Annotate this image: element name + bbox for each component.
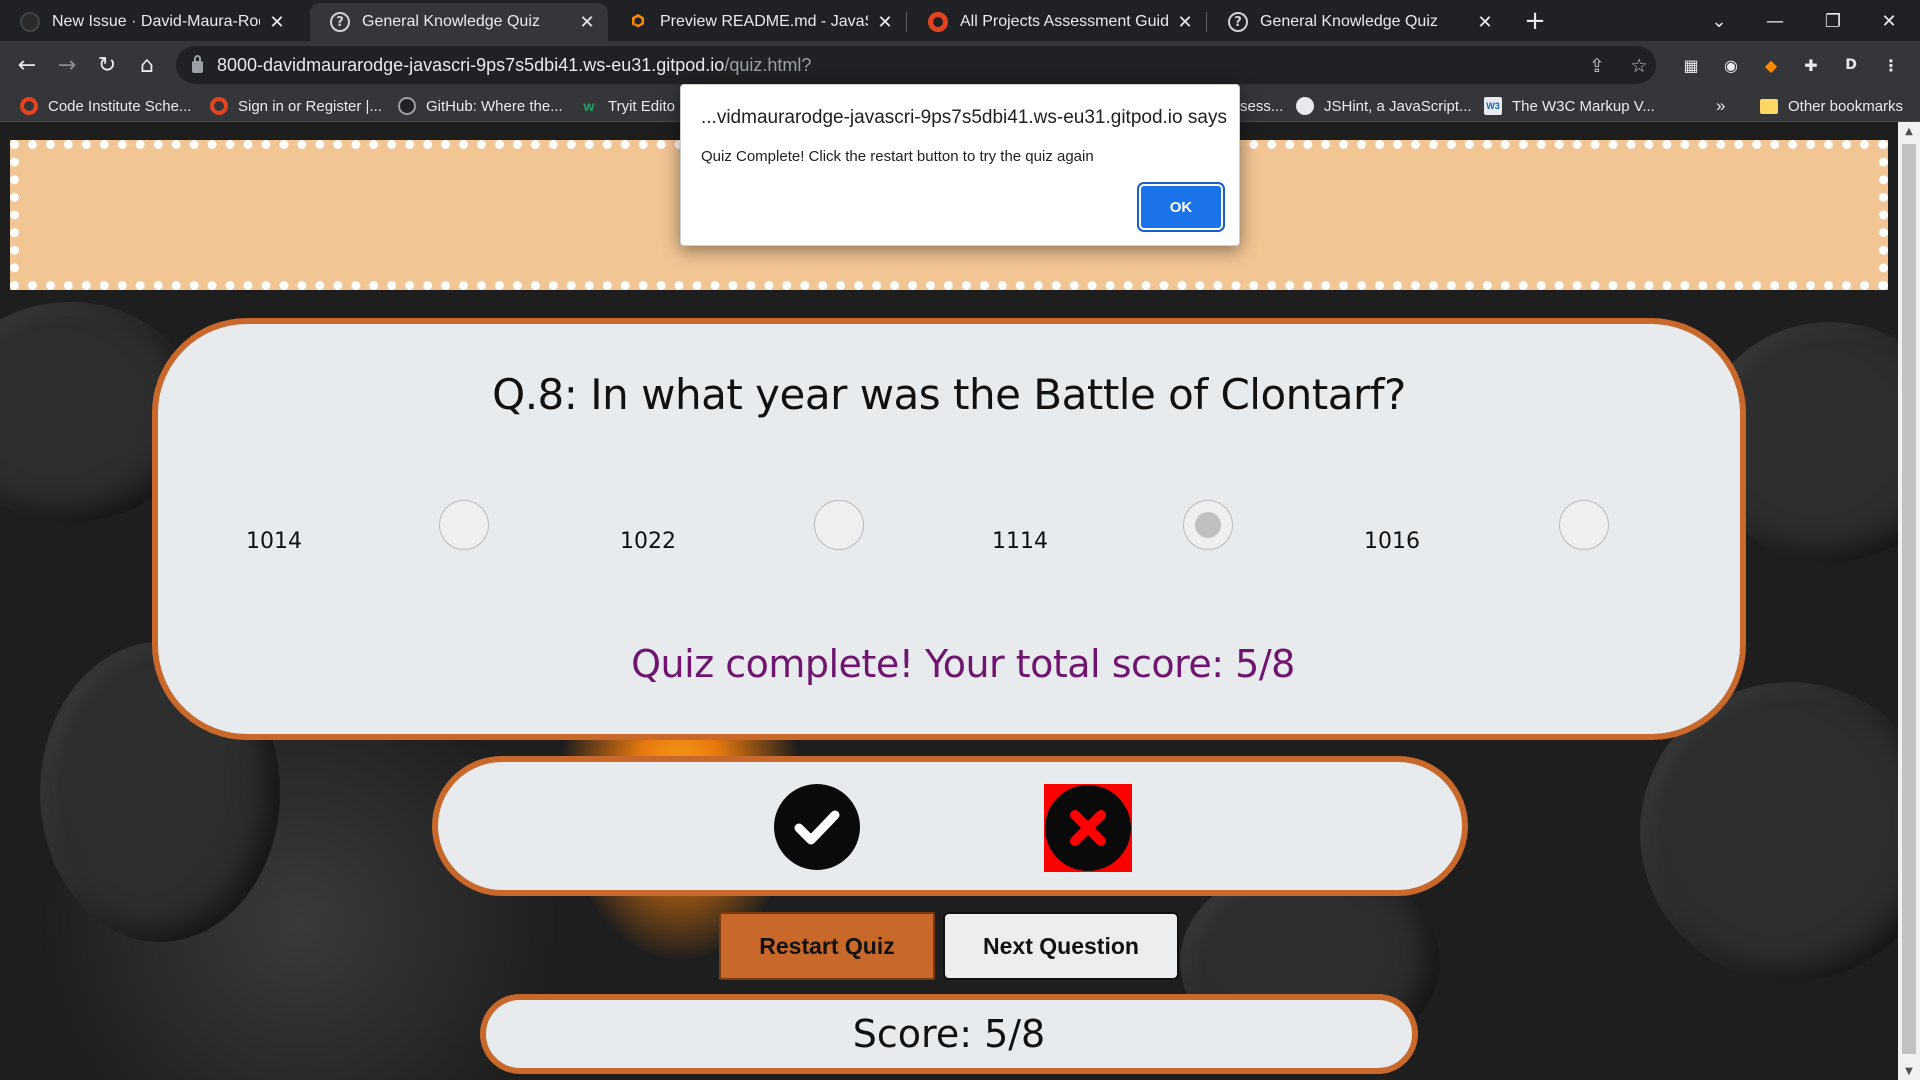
- github-icon: [398, 97, 416, 115]
- code-institute-icon: [928, 12, 948, 32]
- tab-title: New Issue · David-Maura-Rodger: [52, 13, 260, 30]
- menu-kebab-icon[interactable]: ⋮: [1880, 54, 1902, 76]
- page-viewport: Q.8: In what year was the Battle of Clon…: [0, 122, 1898, 1080]
- back-icon[interactable]: ←: [10, 48, 44, 82]
- final-score-message: Quiz complete! Your total score: 5/8: [631, 642, 1295, 686]
- globe-icon: [1296, 97, 1314, 115]
- question-card: Q.8: In what year was the Battle of Clon…: [152, 318, 1746, 740]
- tab-preview-readme[interactable]: Preview README.md - JavaScript ✕: [608, 3, 906, 41]
- answer-radio-3[interactable]: [1183, 500, 1233, 550]
- answer-radio-1[interactable]: [439, 500, 489, 550]
- share-icon[interactable]: ⇪: [1586, 55, 1608, 77]
- bookmark-label: GitHub: Where the...: [426, 97, 563, 115]
- code-institute-icon: [210, 97, 228, 115]
- bookmark-label: Code Institute Sche...: [48, 97, 192, 115]
- bookmarks-overflow-icon[interactable]: »: [1716, 95, 1725, 117]
- score-text: Score: 5/8: [852, 1012, 1046, 1056]
- restart-quiz-button[interactable]: Restart Quiz: [719, 912, 935, 980]
- w3schools-icon: w: [583, 98, 595, 114]
- answer-radio-2[interactable]: [814, 500, 864, 550]
- x-circle-icon: [1045, 785, 1131, 871]
- close-icon[interactable]: ✕: [578, 12, 596, 33]
- answer-feedback-card: [432, 756, 1468, 896]
- bookmark-w3c-markup[interactable]: W3 The W3C Markup V...: [1484, 95, 1655, 117]
- bookmark-code-institute[interactable]: Code Institute Sche...: [20, 95, 191, 117]
- tab-assessment-guide[interactable]: All Projects Assessment Guide | A ✕: [908, 3, 1206, 41]
- tab-general-knowledge-quiz[interactable]: ? General Knowledge Quiz ✕: [1208, 3, 1506, 41]
- w3c-icon: W3: [1484, 97, 1502, 115]
- score-card: Score: 5/8: [480, 994, 1418, 1074]
- tab-new-issue[interactable]: New Issue · David-Maura-Rodger ✕: [0, 3, 298, 41]
- incorrect-indicator: [1044, 784, 1132, 872]
- url-host: 8000-davidmaurarodge-javascri-9ps7s5dbi4…: [217, 54, 725, 75]
- tab-title: All Projects Assessment Guide | A: [960, 13, 1168, 30]
- bookmark-tryit-editor[interactable]: w Tryit Edito: [580, 95, 675, 117]
- qr-code-icon[interactable]: ▦: [1680, 54, 1702, 76]
- tab-search-icon[interactable]: ⌄: [1696, 4, 1742, 38]
- question-circle-icon: ?: [330, 12, 350, 32]
- window-close-icon[interactable]: ✕: [1866, 4, 1912, 38]
- tab-general-knowledge-quiz-active[interactable]: ? General Knowledge Quiz ✕: [310, 3, 608, 41]
- tab-separator: [906, 12, 907, 32]
- page-scrollbar[interactable]: ▲ ▼: [1898, 122, 1920, 1080]
- bookmark-github[interactable]: GitHub: Where the...: [398, 95, 563, 117]
- bookmark-label: sess...: [1240, 97, 1284, 115]
- tab-separator: [1206, 12, 1207, 32]
- scroll-up-icon[interactable]: ▲: [1898, 122, 1920, 140]
- minimize-icon[interactable]: —: [1752, 4, 1798, 38]
- alert-dialog: ...vidmaurarodge-javascri-9ps7s5dbi41.ws…: [680, 84, 1240, 246]
- url-text[interactable]: 8000-davidmaurarodge-javascri-9ps7s5dbi4…: [217, 55, 811, 76]
- tab-title: Preview README.md - JavaScript: [660, 13, 868, 30]
- folder-icon: [1760, 98, 1778, 114]
- tab-strip: New Issue · David-Maura-Rodger ✕ ? Gener…: [0, 0, 1920, 41]
- dialog-ok-button[interactable]: OK: [1141, 186, 1221, 228]
- other-bookmarks[interactable]: Other bookmarks: [1760, 95, 1903, 117]
- incognito-extension-icon[interactable]: ◉: [1720, 54, 1742, 76]
- gitpod-icon: [628, 12, 648, 32]
- answer-radio-4[interactable]: [1559, 500, 1609, 550]
- extensions-puzzle-icon[interactable]: ✚: [1800, 54, 1822, 76]
- forward-icon[interactable]: →: [50, 48, 84, 82]
- close-icon[interactable]: ✕: [1176, 12, 1194, 33]
- bookmark-star-icon[interactable]: ☆: [1628, 55, 1650, 77]
- bookmark-sign-in[interactable]: Sign in or Register |...: [210, 95, 382, 117]
- scrollbar-thumb[interactable]: [1902, 144, 1916, 1054]
- lock-icon[interactable]: [192, 55, 203, 73]
- url-path: /quiz.html?: [724, 54, 812, 75]
- browser-toolbar: ← → ↻ ⌂ 8000-davidmaurarodge-javascri-9p…: [0, 41, 1920, 89]
- close-icon[interactable]: ✕: [876, 12, 894, 33]
- bookmark-label: The W3C Markup V...: [1512, 97, 1655, 115]
- tab-title: General Knowledge Quiz: [1260, 13, 1438, 30]
- new-tab-icon[interactable]: +: [1520, 6, 1550, 36]
- github-icon: [20, 12, 40, 32]
- answer-label-4: 1016: [1364, 529, 1420, 554]
- bookmark-label: Sign in or Register |...: [238, 97, 382, 115]
- address-bar[interactable]: 8000-davidmaurarodge-javascri-9ps7s5dbi4…: [176, 46, 1656, 84]
- answer-label-2: 1022: [620, 529, 676, 554]
- answer-label-3: 1114: [992, 529, 1048, 554]
- question-text: Q.8: In what year was the Battle of Clon…: [492, 370, 1406, 419]
- code-institute-icon: [20, 97, 38, 115]
- close-icon[interactable]: ✕: [1476, 12, 1494, 33]
- bookmark-assess[interactable]: sess...: [1240, 95, 1283, 117]
- home-icon[interactable]: ⌂: [130, 48, 164, 82]
- reload-icon[interactable]: ↻: [90, 48, 124, 82]
- bookmark-label: Tryit Edito: [608, 97, 675, 115]
- gitpod-extension-icon[interactable]: ◆: [1760, 54, 1782, 76]
- check-circle-icon: [774, 784, 860, 870]
- tab-title: General Knowledge Quiz: [362, 13, 540, 30]
- dialog-title: ...vidmaurarodge-javascri-9ps7s5dbi41.ws…: [701, 107, 1227, 128]
- answer-label-1: 1014: [246, 529, 302, 554]
- bookmark-label: Other bookmarks: [1788, 97, 1904, 115]
- question-circle-icon: ?: [1228, 12, 1248, 32]
- close-icon[interactable]: ✕: [268, 12, 286, 33]
- profile-avatar[interactable]: D: [1840, 54, 1862, 76]
- bookmark-jshint[interactable]: JSHint, a JavaScript...: [1296, 95, 1472, 117]
- bookmark-label: JSHint, a JavaScript...: [1324, 97, 1472, 115]
- restore-icon[interactable]: ❐: [1810, 4, 1856, 38]
- dialog-message: Quiz Complete! Click the restart button …: [701, 148, 1094, 165]
- scroll-down-icon[interactable]: ▼: [1898, 1062, 1920, 1080]
- next-question-button[interactable]: Next Question: [943, 912, 1179, 980]
